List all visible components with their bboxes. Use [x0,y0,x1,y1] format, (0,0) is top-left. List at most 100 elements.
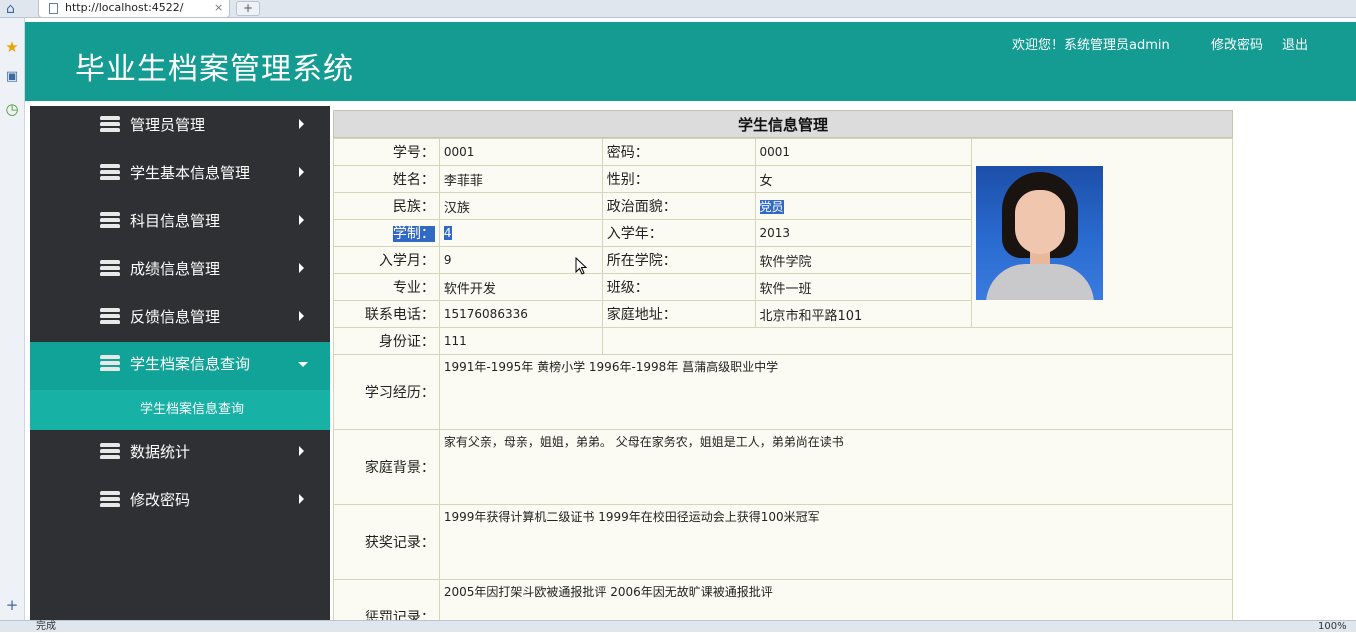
add-icon[interactable]: + [3,596,21,614]
table-row: 学号： 0001 密码： 0001 [333,138,1233,328]
reading-list-icon[interactable]: ▣ [3,68,21,86]
punishment-value: 2005年因打架斗欧被通报批评 2006年因无故旷课被通报批评 [438,579,1233,620]
political-status-value: 党员 [759,199,784,214]
family-label: 家庭背景： [333,429,440,505]
welcome-text: 欢迎您！系统管理员admin [1012,38,1170,53]
stack-icon [100,355,120,371]
zoom-level[interactable]: 100% [1318,621,1347,633]
address-label: 家庭地址： [601,300,756,328]
password-value: 0001 [754,138,973,166]
duration-value: 4 [443,226,452,240]
table-row: 获奖记录： 1999年获得计算机二级证书 1999年在校田径运动会上获得100米… [333,504,1233,580]
stack-icon [100,212,120,228]
mouse-cursor-icon [575,257,587,275]
new-tab-button[interactable]: + [236,1,260,16]
address-value: 北京市和平路101 [754,300,973,328]
sidebar: 管理员管理 学生基本信息管理 科目信息管理 成绩信息管理 反馈信息管理 学生档案… [30,106,330,620]
chevron-right-icon [299,446,304,456]
sidebar-item-subjects[interactable]: 科目信息管理 [30,199,330,247]
sidebar-item-label: 学生档案信息查询 [130,355,251,373]
status-text: 完成 [36,621,56,632]
awards-value: 1999年获得计算机二级证书 1999年在校田径运动会上获得100米冠军 [438,504,1233,580]
stack-icon [100,260,120,276]
political-status-cell: 党员 [754,192,973,220]
enroll-year-label: 入学年： [601,219,756,247]
sidebar-item-label: 数据统计 [130,443,191,461]
sidebar-item-label: 科目信息管理 [130,212,221,230]
sidebar-item-label: 管理员管理 [130,116,206,134]
sidebar-subitem-archive-query[interactable]: 学生档案信息查询 [30,390,330,430]
ethnicity-label: 民族： [333,192,440,220]
enroll-month-label: 入学月： [333,246,440,274]
password-label: 密码： [601,138,756,166]
tab-close-icon[interactable]: × [214,0,223,16]
stack-icon [100,491,120,507]
stack-icon [100,164,120,180]
sidebar-item-student-info[interactable]: 学生基本信息管理 [30,151,330,199]
student-photo [976,166,1104,300]
chevron-right-icon [299,215,304,225]
major-label: 专业： [333,273,440,301]
ethnicity-value: 汉族 [438,192,603,220]
browser-status-bar: 完成 100% [0,620,1356,632]
panel-title: 学生信息管理 [333,110,1233,138]
awards-label: 获奖记录： [333,504,440,580]
empty-cell [601,327,1233,355]
sidebar-item-admin[interactable]: 管理员管理 [30,103,330,151]
chevron-right-icon [299,263,304,273]
sidebar-item-grades[interactable]: 成绩信息管理 [30,247,330,295]
duration-label: 学制： [392,226,435,242]
stack-icon [100,116,120,132]
app-title: 毕业生档案管理系统 [75,52,354,87]
change-password-link[interactable]: 修改密码 [1211,34,1263,53]
chevron-right-icon [299,494,304,504]
duration-label-cell: 学制： [333,219,440,247]
chevron-down-icon [298,362,308,367]
page-icon [49,3,58,14]
sidebar-item-label: 成绩信息管理 [130,260,221,278]
gender-value: 女 [754,165,973,193]
browser-side-strip: ★ ▣ ◷ + [0,18,25,620]
logout-link[interactable]: 退出 [1282,34,1308,53]
table-row: 学习经历： 1991年-1995年 黄榜小学 1996年-1998年 菖蒲高级职… [333,354,1233,430]
main-panel: 学生信息管理 学号： 0001 密码： 0001 姓名： 李菲菲 性别： 女 民… [333,110,1233,620]
sidebar-item-statistics[interactable]: 数据统计 [30,430,330,478]
id-card-label: 身份证： [333,327,440,355]
stack-icon [100,308,120,324]
history-clock-icon[interactable]: ◷ [3,100,21,118]
gender-label: 性别： [601,165,756,193]
political-status-label: 政治面貌： [601,192,756,220]
sidebar-item-label: 学生基本信息管理 [130,164,251,182]
punishment-label: 惩罚记录： [333,579,440,620]
college-value: 软件学院 [754,246,973,274]
sidebar-item-label: 修改密码 [130,491,191,509]
browser-tab[interactable]: http://localhost:4522/ [38,0,230,18]
app-header: 毕业生档案管理系统 欢迎您！系统管理员admin 修改密码 退出 [25,22,1356,101]
student-id-value: 0001 [438,138,603,166]
student-id-label: 学号： [333,138,440,166]
sidebar-item-change-password[interactable]: 修改密码 [30,478,330,526]
student-info-table: 学号： 0001 密码： 0001 姓名： 李菲菲 性别： 女 民族： 汉族 政… [333,138,1233,620]
class-label: 班级： [601,273,756,301]
class-value: 软件一班 [754,273,973,301]
education-label: 学习经历： [333,354,440,430]
major-value: 软件开发 [438,273,603,301]
college-label: 所在学院： [601,246,756,274]
tab-url: http://localhost:4522/ [65,1,184,14]
enroll-year-value: 2013 [754,219,973,247]
phone-label: 联系电话： [333,300,440,328]
table-row: 惩罚记录： 2005年因打架斗欧被通报批评 2006年因无故旷课被通报批评 [333,579,1233,620]
sidebar-item-archive-query[interactable]: 学生档案信息查询 [30,342,330,390]
chevron-right-icon [299,119,304,129]
favorites-star-icon[interactable]: ★ [3,38,21,56]
table-row: 家庭背景： 家有父亲，母亲，姐姐，弟弟。 父母在家务农，姐姐是工人，弟弟尚在读书 [333,429,1233,505]
family-value: 家有父亲，母亲，姐姐，弟弟。 父母在家务农，姐姐是工人，弟弟尚在读书 [438,429,1233,505]
name-label: 姓名： [333,165,440,193]
sidebar-item-label: 反馈信息管理 [130,308,221,326]
name-value: 李菲菲 [438,165,603,193]
home-icon[interactable]: ⌂ [6,1,15,17]
photo-cell [971,138,1233,328]
chevron-right-icon [299,167,304,177]
id-card-value: 111 [438,327,603,355]
sidebar-item-feedback[interactable]: 反馈信息管理 [30,295,330,343]
